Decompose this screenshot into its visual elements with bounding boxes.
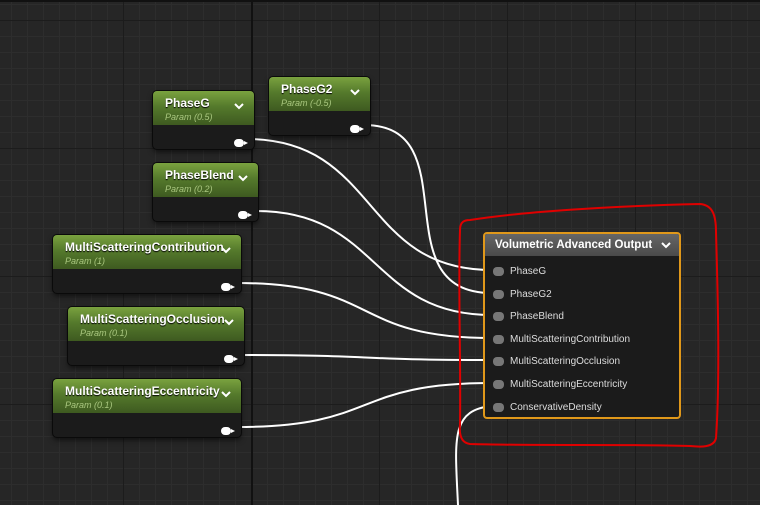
red-highlight-annotation <box>458 202 720 448</box>
